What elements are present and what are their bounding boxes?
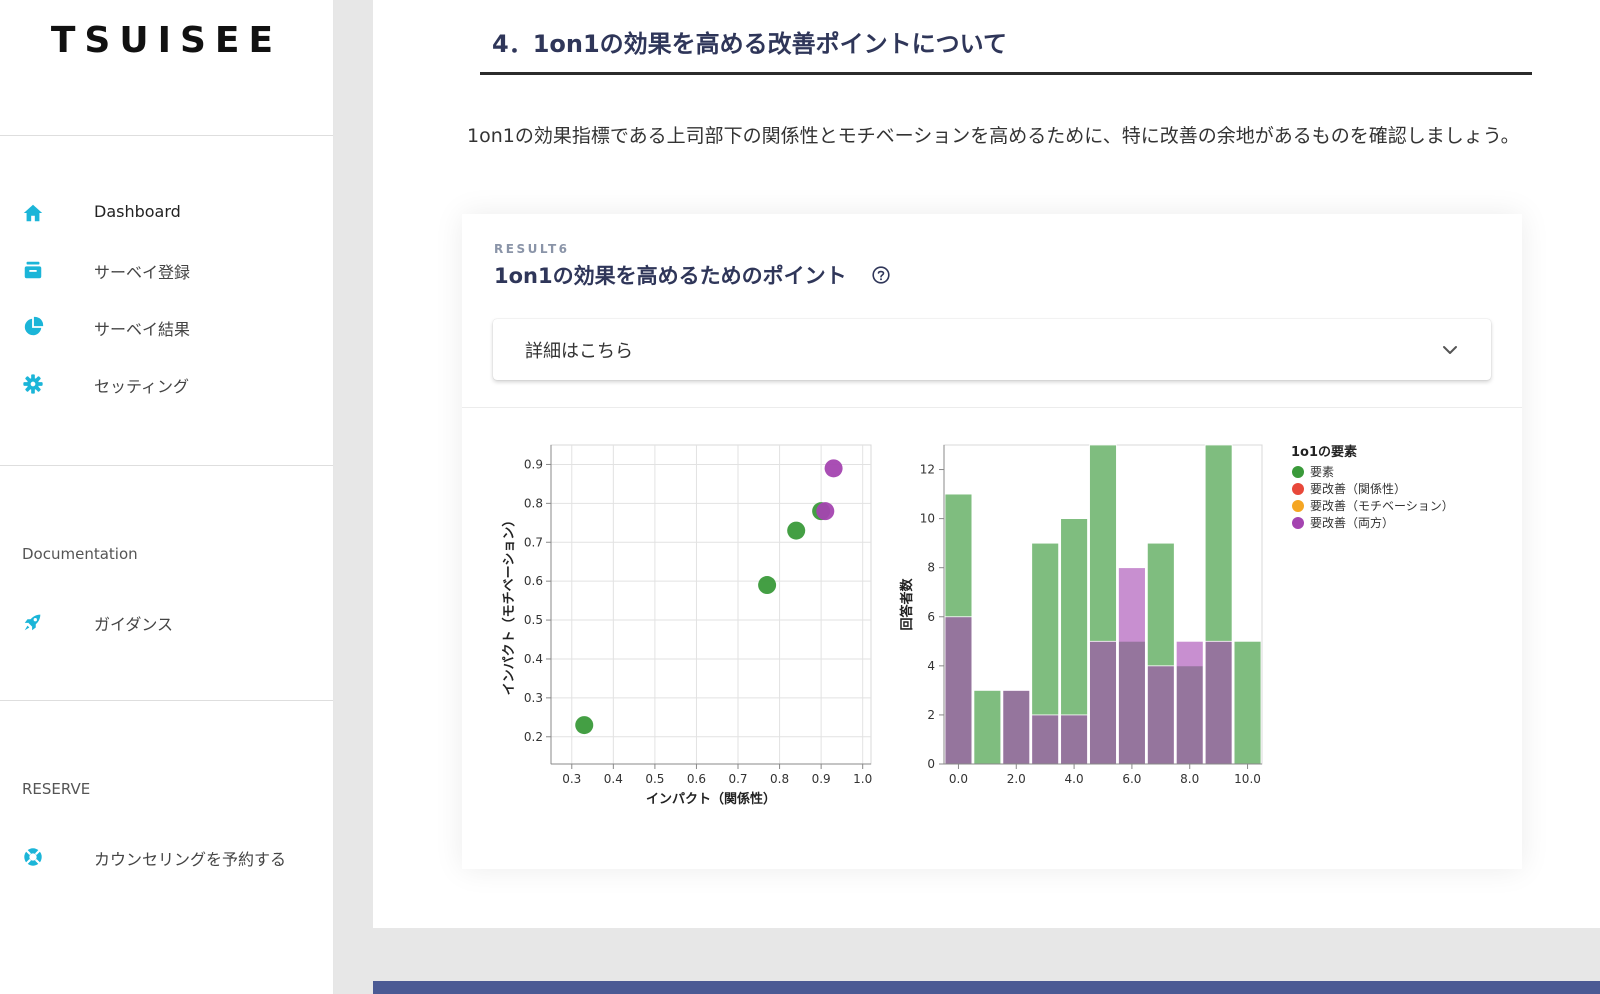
archive-icon [24, 261, 42, 279]
x-tick-label: 0.8 [770, 772, 789, 786]
legend-swatch [1292, 466, 1304, 478]
y-tick-label: 12 [920, 463, 935, 477]
y-tick-label: 0.9 [524, 457, 543, 471]
y-axis-title: 回答者数 [899, 578, 915, 631]
histogram-chart: 0 2 4 6 8 10 12 0.0 2.0 4.0 6.0 8.0 10.0 回答者数 [899, 444, 1263, 786]
histogram-bar [1175, 640, 1204, 765]
legend-swatch [1292, 483, 1304, 495]
lifebuoy-icon [24, 848, 42, 866]
y-tick-label: 6 [927, 610, 935, 624]
legend-label: 要改善（両方） [1310, 515, 1394, 530]
scatter-point [816, 502, 835, 521]
histogram-bar [1002, 689, 1031, 765]
sidebar-divider [0, 135, 333, 136]
y-tick-label: 0.3 [524, 691, 543, 705]
x-tick-label: 8.0 [1180, 772, 1199, 786]
sidebar-divider [0, 465, 333, 466]
x-tick-label: 2.0 [1007, 772, 1026, 786]
legend-label: 要素 [1310, 465, 1334, 479]
sidebar-item-settings[interactable]: セッティング [0, 364, 333, 404]
y-tick-label: 0.5 [524, 613, 543, 627]
y-tick-label: 0.8 [524, 496, 543, 510]
x-tick-label: 0.6 [687, 772, 706, 786]
rocket-icon [24, 614, 41, 631]
legend-title: 1o1の要素 [1291, 444, 1357, 460]
footer-bar [373, 981, 1600, 994]
histogram-bar [1146, 665, 1175, 765]
sidebar-item-label: カウンセリングを予約する [94, 850, 287, 869]
gear-icon [23, 374, 43, 394]
sidebar-item-label: サーベイ登録 [94, 263, 191, 282]
x-tick-label: 6.0 [1122, 772, 1141, 786]
sidebar-item-label: ガイダンス [94, 615, 174, 634]
histogram-bar [1204, 640, 1233, 765]
x-tick-label: 0.7 [728, 772, 747, 786]
legend-label: 要改善（モチベーション） [1310, 498, 1454, 513]
section-title-rule [480, 72, 1532, 75]
y-axis-title: インパクト（モチベーション） [501, 514, 517, 696]
sidebar-item-survey-results[interactable]: サーベイ結果 [0, 307, 333, 347]
scatter-point [575, 716, 594, 735]
y-tick-label: 10 [920, 512, 935, 526]
x-tick-label: 0.4 [604, 772, 623, 786]
sidebar-item-guidance[interactable]: ガイダンス [0, 602, 333, 642]
sidebar: TSUISEE Dashboard サーベイ登録 サーベイ結果 セッティング D… [0, 0, 334, 994]
y-tick-label: 0.2 [524, 730, 543, 744]
sidebar-item-survey-register[interactable]: サーベイ登録 [0, 250, 333, 290]
x-tick-label: 0.9 [812, 772, 831, 786]
y-tick-label: 8 [927, 561, 935, 575]
charts-canvas: 0.3 0.4 0.5 0.6 0.7 0.8 0.9 1.0 0.2 0.3 0.4 0.5 0.6 0… [501, 444, 1454, 807]
x-axis-title: インパクト（関係性） [646, 791, 776, 807]
y-tick-label: 4 [927, 659, 935, 673]
x-tick-label: 10.0 [1234, 772, 1261, 786]
scatter-plot-area [550, 444, 872, 765]
result-card: RESULT6 1on1の効果を高めるためのポイント 詳細はこちら 0.3 0.4… [462, 214, 1522, 869]
sidebar-item-dashboard[interactable]: Dashboard [0, 193, 333, 233]
x-tick-label: 0.3 [562, 772, 581, 786]
legend-label: 要改善（関係性） [1310, 481, 1406, 496]
sidebar-item-label: Dashboard [94, 202, 181, 221]
histogram-bar [1031, 714, 1060, 765]
histogram-bar [973, 689, 1002, 765]
y-tick-label: 0.6 [524, 574, 543, 588]
histogram-bar [1118, 567, 1146, 765]
scatter-point [787, 521, 806, 540]
y-tick-label: 0.4 [524, 652, 543, 666]
sidebar-item-label: サーベイ結果 [94, 320, 191, 339]
y-tick-label: 0 [927, 757, 935, 771]
x-tick-label: 0.5 [645, 772, 664, 786]
scatter-chart: 0.3 0.4 0.5 0.6 0.7 0.8 0.9 1.0 0.2 0.3 0.4 0.5 0.6 0… [501, 444, 872, 807]
histogram-bar [1233, 640, 1262, 765]
x-tick-label: 1.0 [853, 772, 872, 786]
histogram-bar [1060, 714, 1088, 765]
histogram-bar [944, 616, 973, 765]
legend-swatch [1292, 517, 1304, 529]
home-icon [23, 204, 43, 222]
sidebar-item-counseling[interactable]: カウンセリングを予約する [0, 837, 333, 877]
section-intro: 1on1の効果指標である上司部下の関係性とモチベーションを高めるために、特に改善… [467, 125, 1520, 147]
y-tick-label: 0.7 [524, 535, 543, 549]
chart-legend: 1o1の要素要素要改善（関係性） 要改善（モチベーション） 要改善（両方） [1291, 444, 1454, 530]
sidebar-heading-reserve: RESERVE [22, 780, 91, 798]
legend-swatch [1292, 500, 1304, 512]
section-title: 4．1on1の効果を高める改善ポイントについて [492, 30, 1007, 58]
brand-logo[interactable]: TSUISEE [0, 20, 333, 61]
y-tick-label: 2 [927, 708, 935, 722]
sidebar-item-label: セッティング [94, 377, 190, 396]
scatter-point [758, 576, 777, 595]
histogram-bar [1089, 640, 1117, 765]
scatter-point [824, 459, 843, 478]
sidebar-divider [0, 700, 333, 701]
x-tick-label: 4.0 [1065, 772, 1084, 786]
sidebar-heading-documentation: Documentation [22, 545, 138, 563]
layout-gutter [334, 0, 373, 994]
x-tick-label: 0.0 [949, 772, 968, 786]
pie-chart-icon [24, 316, 44, 336]
